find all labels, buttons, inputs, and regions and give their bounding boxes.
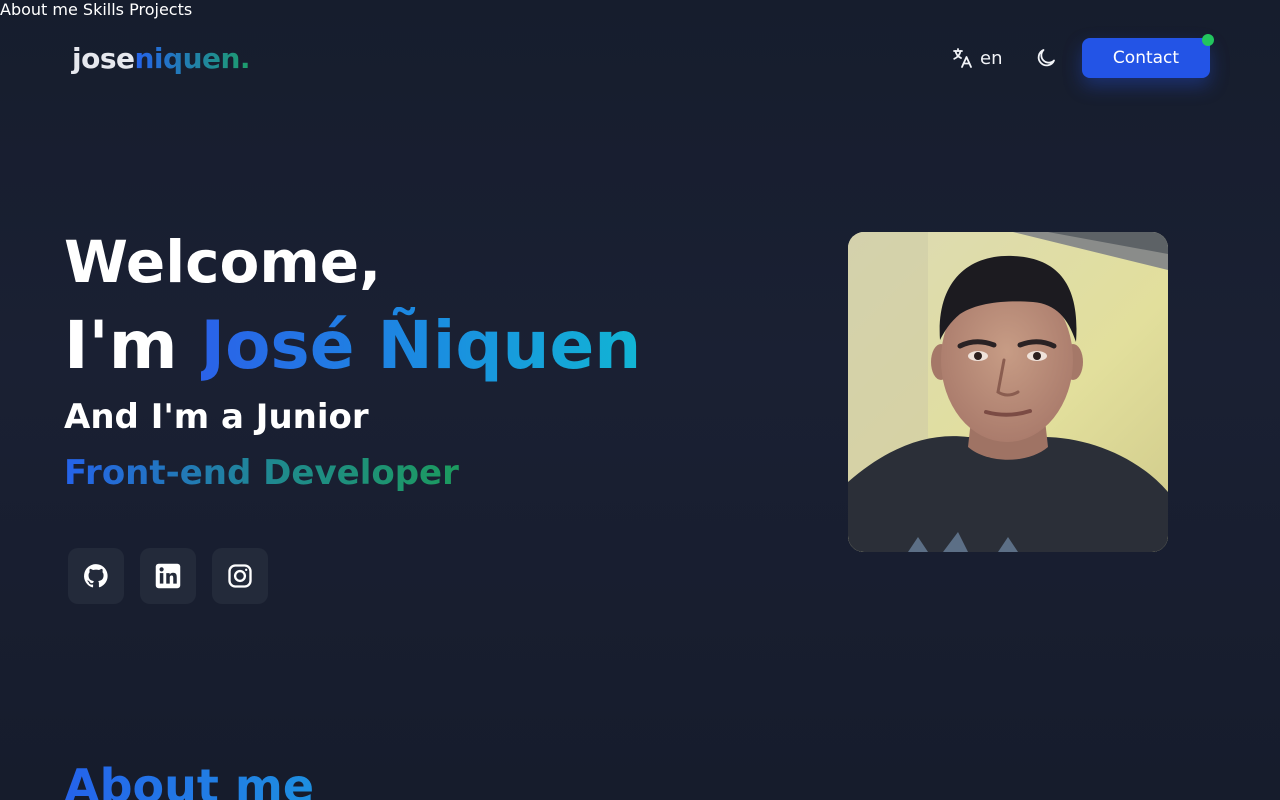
moon-icon [1037, 49, 1055, 67]
portfolio-page: joseniquen. About me Skills Projects en … [0, 0, 1280, 800]
hero-name: José Ñiquen [200, 307, 642, 384]
hero-subtitle: And I'm a Junior [64, 397, 369, 437]
logo-first-part: jose [72, 42, 135, 75]
site-header: joseniquen. About me Skills Projects en … [0, 0, 1280, 116]
site-logo[interactable]: joseniquen. [72, 40, 251, 78]
profile-photo [848, 232, 1168, 552]
theme-toggle[interactable] [1032, 44, 1060, 72]
nav-link-projects[interactable]: Projects [129, 0, 192, 19]
instagram-link[interactable] [212, 548, 268, 604]
translate-icon [953, 48, 972, 68]
hero-name-line: I'm José Ñiquen [64, 308, 641, 384]
instagram-icon [228, 564, 252, 588]
language-switcher[interactable]: en [950, 44, 1002, 72]
online-status-dot [1202, 34, 1214, 46]
nav-link-about-me[interactable]: About me [0, 0, 78, 19]
github-icon [84, 564, 108, 588]
hero-welcome: Welcome, [64, 228, 382, 296]
nav-link-skills[interactable]: Skills [83, 0, 124, 19]
hero-im: I'm [64, 307, 178, 384]
github-link[interactable] [68, 548, 124, 604]
linkedin-icon [155, 563, 181, 589]
contact-button[interactable]: Contact [1082, 38, 1210, 78]
main-nav: About me Skills Projects [0, 0, 1280, 19]
language-code: en [980, 47, 1003, 69]
about-section-title: About me [64, 758, 314, 800]
linkedin-link[interactable] [140, 548, 196, 604]
logo-second-part: niquen. [134, 42, 251, 75]
hero-role: Front-end Developer [64, 453, 459, 493]
profile-photo-illustration [848, 232, 1168, 552]
